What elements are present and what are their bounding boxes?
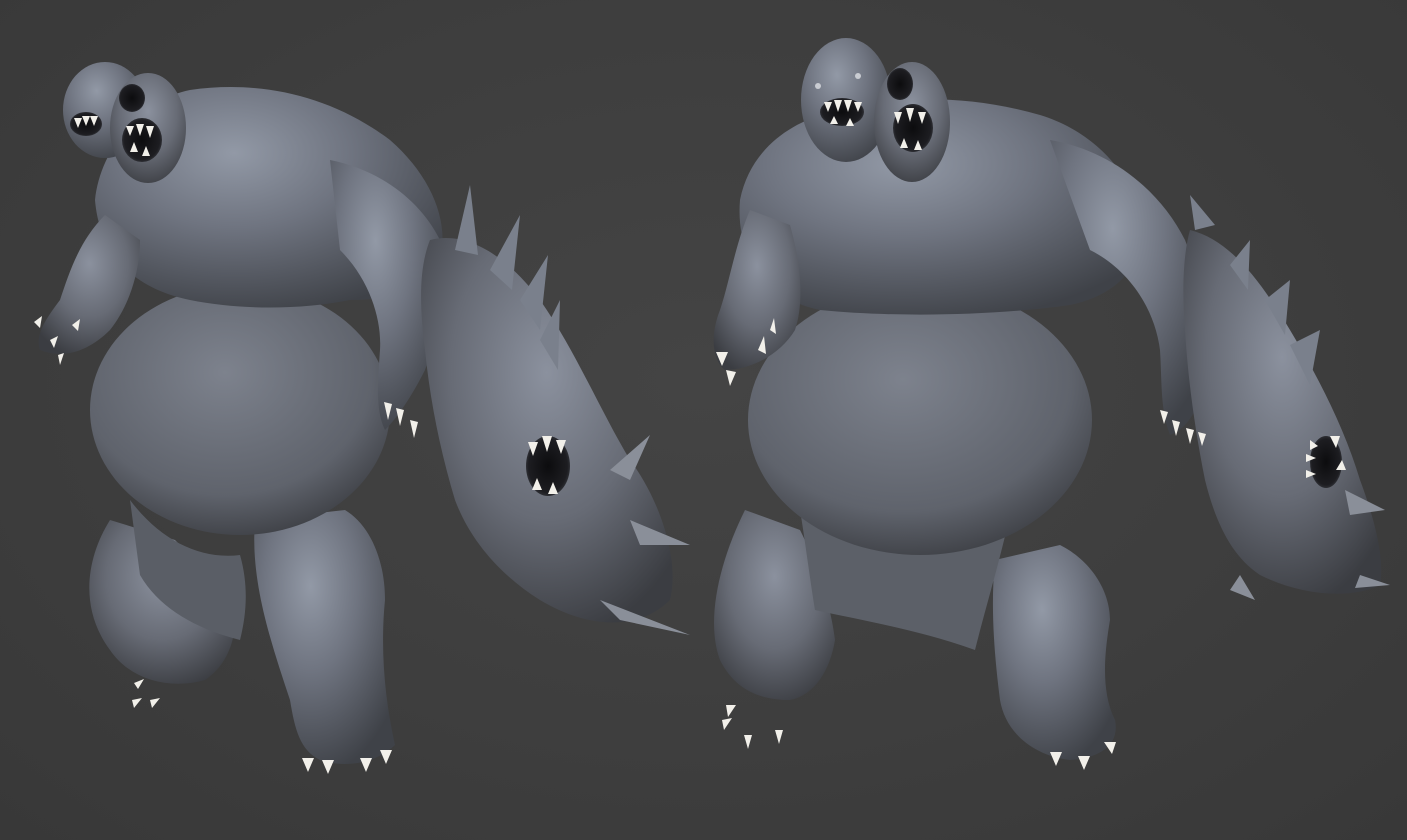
left-creature-mouth (119, 84, 145, 112)
left-creature-front-leg (254, 510, 395, 765)
sculpt-viewport (0, 0, 1407, 840)
creature-view-front (713, 38, 1390, 770)
right-creature-belly (748, 285, 1092, 555)
creature-view-angled (34, 62, 690, 774)
left-creature-tail-limb (421, 238, 673, 623)
right-creature-mouth (887, 68, 913, 100)
render-canvas (34, 38, 1390, 774)
right-creature-eye (815, 83, 821, 89)
left-creature-belly (90, 285, 390, 535)
right-creature-eye (855, 73, 861, 79)
right-creature-tail-limb (1183, 230, 1382, 594)
right-creature-right-leg (992, 545, 1116, 760)
